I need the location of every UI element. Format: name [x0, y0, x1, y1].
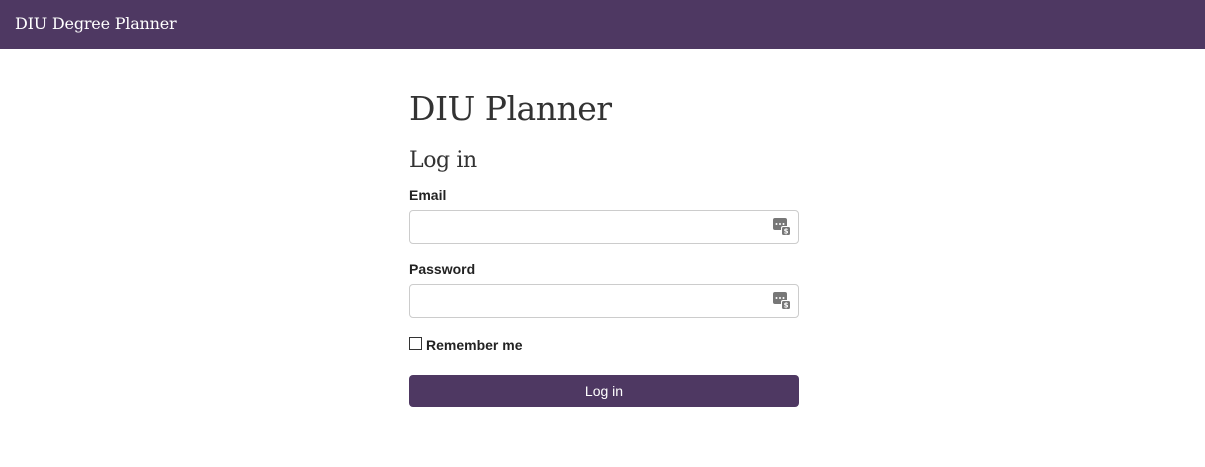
remember-me-checkbox[interactable] [409, 337, 422, 350]
password-label: Password [409, 261, 476, 277]
login-heading: Log in [409, 148, 477, 173]
brand-link[interactable]: DIU Degree Planner [15, 14, 177, 33]
remember-me-label[interactable]: Remember me [426, 337, 523, 353]
password-field[interactable] [409, 284, 799, 318]
password-manager-icon[interactable]: $ [773, 292, 791, 310]
navbar: DIU Degree Planner [0, 0, 1205, 49]
login-button[interactable]: Log in [409, 375, 799, 407]
password-manager-icon[interactable]: $ [773, 218, 791, 236]
email-field-wrapper: $ [409, 210, 799, 244]
email-field[interactable] [409, 210, 799, 244]
email-label: Email [409, 187, 447, 203]
password-field-wrapper: $ [409, 284, 799, 318]
page-title: DIU Planner [409, 89, 612, 128]
svg-text:$: $ [784, 302, 789, 310]
svg-text:$: $ [784, 228, 789, 236]
